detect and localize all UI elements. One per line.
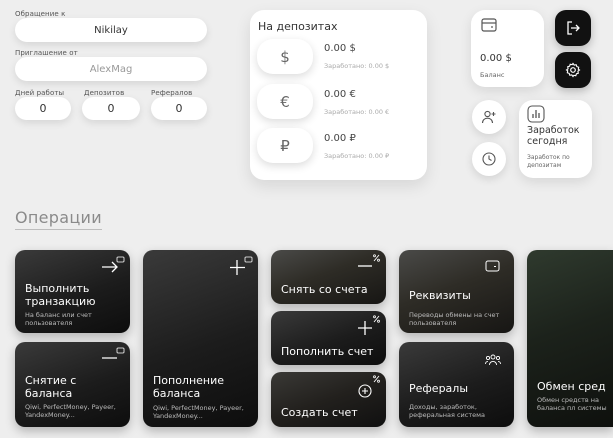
referrer-label: Обращение к bbox=[15, 10, 66, 18]
add-circle-percent-icon bbox=[358, 375, 380, 398]
deposits-count-value: 0 bbox=[82, 97, 140, 120]
usd-deposit-button[interactable]: $ bbox=[257, 39, 313, 74]
op-exchange[interactable]: Обмен сред Обмен средств на баланса пл с… bbox=[527, 250, 613, 427]
minus-icon bbox=[102, 347, 125, 359]
logout-button[interactable] bbox=[555, 10, 591, 46]
rub-earned: Заработано: 0.00 ₽ bbox=[324, 152, 390, 160]
op-exchange-title: Обмен сред bbox=[537, 380, 606, 393]
op-topup[interactable]: Пополнение баланса Qiwi, PerfectMoney, P… bbox=[143, 250, 258, 427]
usd-amount: 0.00 $ bbox=[324, 43, 356, 54]
op-withdraw-account[interactable]: Снять со счета bbox=[271, 250, 386, 304]
work-days-label: Дней работы bbox=[15, 89, 65, 97]
op-transaction[interactable]: Выполнить транзакцию На баланс или счет … bbox=[15, 250, 130, 333]
op-exchange-sub: Обмен средств на баланса пл системы bbox=[537, 396, 607, 412]
balance-label: Баланс bbox=[480, 71, 505, 79]
history-button[interactable] bbox=[472, 142, 506, 176]
op-create-account[interactable]: Создать счет bbox=[271, 372, 386, 427]
arrow-right-icon bbox=[102, 256, 125, 273]
wallet-icon bbox=[481, 18, 497, 32]
op-withdraw-title: Снятие с баланса bbox=[25, 374, 77, 400]
referrer-field[interactable]: Nikilay bbox=[15, 18, 207, 42]
op-requisites-title: Реквизиты bbox=[409, 289, 471, 302]
deposits-card: На депозитах $ 0.00 $ Заработано: 0.00 $… bbox=[250, 10, 427, 180]
op-create-account-title: Создать счет bbox=[281, 406, 358, 419]
logout-icon bbox=[567, 21, 580, 35]
add-user-button[interactable] bbox=[472, 100, 506, 134]
op-topup-sub: Qiwi, PerfectMoney, Payeer, YandexMoney.… bbox=[153, 404, 244, 420]
eur-earned: Заработано: 0.00 € bbox=[324, 108, 390, 116]
chart-icon bbox=[527, 105, 545, 123]
op-transaction-title: Выполнить транзакцию bbox=[25, 282, 96, 308]
op-withdraw[interactable]: Снятие с баланса Qiwi, PerfectMoney, Pay… bbox=[15, 342, 130, 427]
op-topup-account[interactable]: Пополнить счет bbox=[271, 311, 386, 365]
op-referrals-title: Рефералы bbox=[409, 382, 469, 395]
clock-icon bbox=[482, 152, 496, 166]
op-transaction-sub: На баланс или счет пользователя bbox=[25, 311, 92, 327]
op-requisites[interactable]: Реквизиты Переводы обмены на счет пользо… bbox=[399, 250, 514, 333]
op-withdraw-sub: Qiwi, PerfectMoney, Payeer, YandexMoney.… bbox=[25, 403, 116, 419]
settings-button[interactable] bbox=[555, 52, 591, 88]
plus-icon bbox=[230, 256, 253, 275]
rub-amount: 0.00 ₽ bbox=[324, 133, 356, 144]
earnings-today-title: Заработок сегодня bbox=[527, 125, 580, 147]
add-user-icon bbox=[481, 110, 496, 124]
op-referrals-sub: Доходы, заработок, реферальная система bbox=[409, 403, 486, 419]
deposits-title: На депозитах bbox=[258, 20, 338, 33]
balance-tile[interactable]: 0.00 $ Баланс bbox=[471, 10, 544, 87]
invited-label: Приглашение от bbox=[15, 49, 78, 57]
eur-amount: 0.00 € bbox=[324, 89, 356, 100]
op-topup-account-title: Пополнить счет bbox=[281, 345, 374, 358]
balance-amount: 0.00 $ bbox=[480, 53, 512, 64]
earnings-today-sub: Заработок по депозитам bbox=[527, 154, 570, 169]
euro-icon: € bbox=[280, 92, 290, 111]
rub-deposit-button[interactable]: ₽ bbox=[257, 128, 313, 163]
usd-earned: Заработано: 0.00 $ bbox=[324, 62, 390, 70]
invited-field[interactable]: AlexMag bbox=[15, 57, 207, 81]
op-withdraw-account-title: Снять со счета bbox=[281, 283, 368, 296]
dollar-icon: $ bbox=[280, 47, 290, 66]
ruble-icon: ₽ bbox=[280, 136, 290, 155]
users-icon bbox=[485, 354, 501, 366]
minus-percent-icon bbox=[358, 254, 380, 267]
deposits-count-label: Депозитов bbox=[84, 89, 125, 97]
plus-percent-icon bbox=[358, 315, 380, 335]
operations-title: Операции bbox=[15, 208, 102, 230]
eur-deposit-button[interactable]: € bbox=[257, 84, 313, 119]
op-referrals[interactable]: Рефералы Доходы, заработок, реферальная … bbox=[399, 342, 514, 427]
wallet-icon bbox=[485, 260, 500, 272]
earnings-today-tile[interactable]: Заработок сегодня Заработок по депозитам bbox=[519, 100, 592, 178]
gear-icon bbox=[565, 62, 581, 78]
op-topup-title: Пополнение баланса bbox=[153, 374, 225, 400]
referrals-count-value: 0 bbox=[151, 97, 207, 120]
work-days-value: 0 bbox=[15, 97, 71, 120]
referrals-count-label: Рефералов bbox=[151, 89, 193, 97]
op-requisites-sub: Переводы обмены на счет пользователя bbox=[409, 311, 500, 327]
